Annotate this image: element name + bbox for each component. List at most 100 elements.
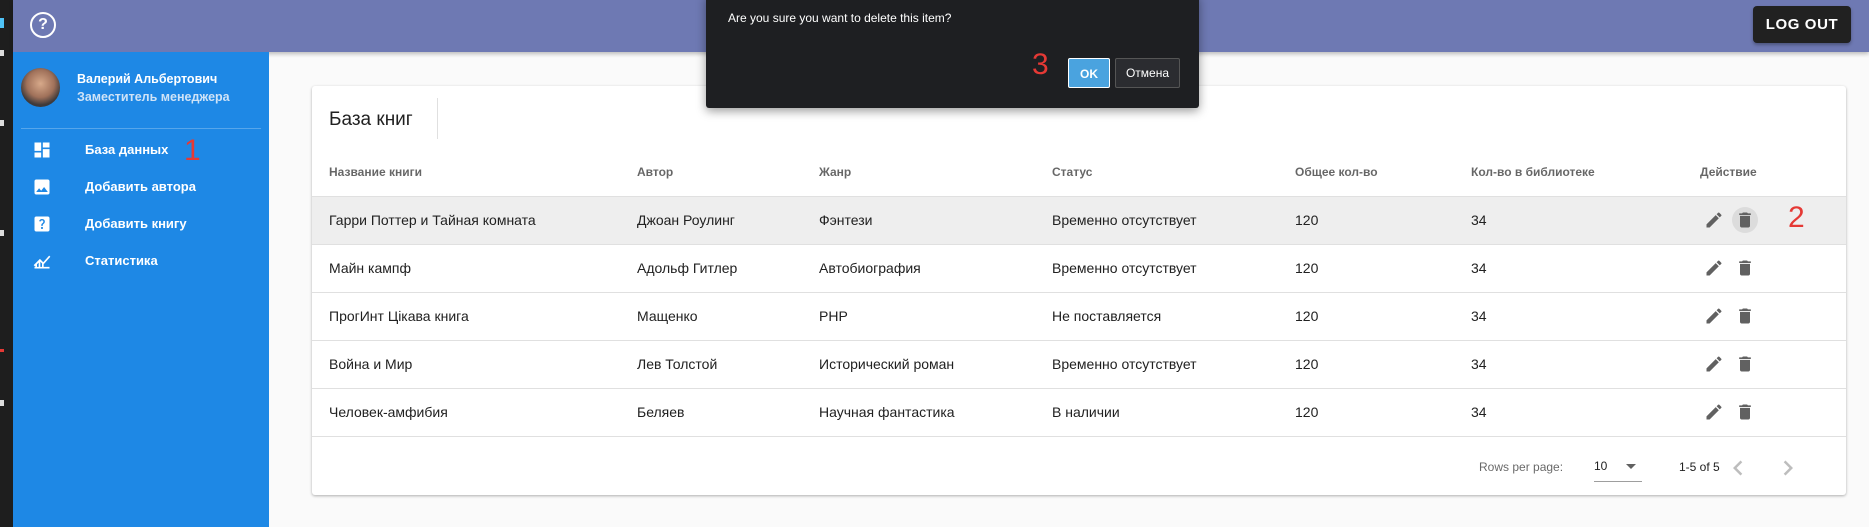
- rows-per-page-select[interactable]: 10: [1594, 452, 1642, 482]
- cell-title: ПрогИнт Цікава книга: [312, 292, 637, 341]
- cell-total: 120: [1295, 292, 1471, 341]
- cell-title: Майн кампф: [312, 244, 637, 293]
- previous-page-button[interactable]: [1723, 453, 1753, 483]
- sidebar-item-label: База данных: [85, 142, 169, 157]
- delete-button[interactable]: [1732, 255, 1758, 281]
- column-header[interactable]: Автор: [637, 148, 819, 197]
- sidebar-item-label: Добавить книгу: [85, 216, 187, 231]
- cell-status: Временно отсутствует: [1052, 196, 1295, 245]
- column-header: Действие: [1700, 148, 1846, 197]
- logout-button[interactable]: LOG OUT: [1753, 6, 1851, 43]
- help-box-icon: [34, 216, 50, 232]
- cell-author: Адольф Гитлер: [637, 244, 819, 293]
- cell-title: Человек-амфибия: [312, 388, 637, 437]
- sidebar-divider: [21, 128, 261, 129]
- help-icon[interactable]: ?: [30, 12, 56, 38]
- avatar: [21, 68, 60, 107]
- annotation-number-1: 1: [184, 134, 201, 167]
- cell-total: 120: [1295, 196, 1471, 245]
- user-name: Валерий Альбертович: [77, 72, 218, 86]
- ok-button[interactable]: OK: [1068, 58, 1110, 88]
- edit-button[interactable]: [1701, 399, 1727, 425]
- column-header[interactable]: Название книги: [312, 148, 637, 197]
- delete-button[interactable]: [1732, 303, 1758, 329]
- column-header[interactable]: Кол-во в библиотеке: [1471, 148, 1700, 197]
- pagination-info: 1-5 of 5: [1679, 460, 1720, 474]
- cancel-button[interactable]: Отмена: [1115, 58, 1180, 88]
- cell-in-library: 34: [1471, 340, 1700, 389]
- page-title: База книг: [329, 109, 413, 130]
- delete-button[interactable]: [1732, 351, 1758, 377]
- edit-button[interactable]: [1701, 207, 1727, 233]
- strip-marker: [0, 349, 4, 352]
- strip-marker: [0, 18, 4, 28]
- chevron-right-icon: [1783, 460, 1793, 476]
- rows-per-page-value: 10: [1594, 459, 1608, 473]
- pencil-icon: [1706, 404, 1722, 420]
- cell-author: Джоан Роулинг: [637, 196, 819, 245]
- table-footer: Rows per page: 10 1-5 of 5: [312, 440, 1846, 495]
- delete-button[interactable]: [1732, 399, 1758, 425]
- cell-author: Лев Толстой: [637, 340, 819, 389]
- cell-in-library: 34: [1471, 196, 1700, 245]
- cell-total: 120: [1295, 340, 1471, 389]
- cell-actions: [1700, 292, 1846, 341]
- table-row: Гарри Поттер и Тайная комната Джоан Роул…: [312, 196, 1846, 245]
- cell-in-library: 34: [1471, 388, 1700, 437]
- os-side-strip: [0, 0, 13, 527]
- table-row: Человек-амфибия Беляев Научная фантастик…: [312, 388, 1846, 437]
- user-profile: Валерий Альбертович Заместитель менеджер…: [21, 68, 271, 118]
- confirm-delete-dialog: Are you sure you want to delete this ite…: [706, 0, 1199, 108]
- sidebar: Валерий Альбертович Заместитель менеджер…: [13, 52, 269, 527]
- table-header-row: Название книги Автор Жанр Статус Общее к…: [312, 148, 1846, 197]
- cell-title: Война и Мир: [312, 340, 637, 389]
- cell-genre: PHP: [819, 292, 1052, 341]
- cell-status: Не поставляется: [1052, 292, 1295, 341]
- cell-status: Временно отсутствует: [1052, 340, 1295, 389]
- image-icon: [34, 179, 50, 195]
- pencil-icon: [1706, 212, 1722, 228]
- sidebar-item-statistics[interactable]: Статистика: [13, 241, 269, 281]
- strip-marker: [0, 50, 4, 56]
- user-role: Заместитель менеджера: [77, 90, 230, 104]
- strip-marker: [0, 230, 4, 236]
- column-header[interactable]: Статус: [1052, 148, 1295, 197]
- cell-author: Беляев: [637, 388, 819, 437]
- pencil-icon: [1706, 308, 1722, 324]
- table-row: Майн кампф Адольф Гитлер Автобиография В…: [312, 244, 1846, 293]
- cell-genre: Научная фантастика: [819, 388, 1052, 437]
- table-row: ПрогИнт Цікава книга Мащенко PHP Не пост…: [312, 292, 1846, 341]
- cell-in-library: 34: [1471, 244, 1700, 293]
- cell-title: Гарри Поттер и Тайная комната: [312, 196, 637, 245]
- pencil-icon: [1706, 356, 1722, 372]
- cell-total: 120: [1295, 388, 1471, 437]
- column-header[interactable]: Жанр: [819, 148, 1052, 197]
- caret-down-icon: [1626, 464, 1636, 469]
- sidebar-item-add-author[interactable]: Добавить автора: [13, 167, 269, 207]
- column-header[interactable]: Общее кол-во: [1295, 148, 1471, 197]
- books-table: Название книги Автор Жанр Статус Общее к…: [312, 148, 1846, 437]
- delete-button[interactable]: [1732, 207, 1758, 233]
- edit-button[interactable]: [1701, 255, 1727, 281]
- edit-button[interactable]: [1701, 351, 1727, 377]
- cell-total: 120: [1295, 244, 1471, 293]
- cell-actions: [1700, 340, 1846, 389]
- sidebar-item-database[interactable]: База данных: [13, 130, 269, 170]
- edit-button[interactable]: [1701, 303, 1727, 329]
- chevron-left-icon: [1733, 460, 1743, 476]
- dashboard-icon: [34, 142, 50, 158]
- cell-genre: Автобиография: [819, 244, 1052, 293]
- next-page-button[interactable]: [1773, 453, 1803, 483]
- cell-status: В наличии: [1052, 388, 1295, 437]
- cell-in-library: 34: [1471, 292, 1700, 341]
- rows-per-page-label: Rows per page:: [1479, 460, 1564, 474]
- sidebar-item-label: Статистика: [85, 253, 158, 268]
- trash-icon: [1739, 308, 1751, 324]
- sidebar-item-add-book[interactable]: Добавить книгу: [13, 204, 269, 244]
- pencil-icon: [1706, 260, 1722, 276]
- cell-actions: [1700, 196, 1846, 245]
- cell-actions: [1700, 244, 1846, 293]
- cell-actions: [1700, 388, 1846, 437]
- trash-icon: [1739, 260, 1751, 276]
- sidebar-item-label: Добавить автора: [85, 179, 196, 194]
